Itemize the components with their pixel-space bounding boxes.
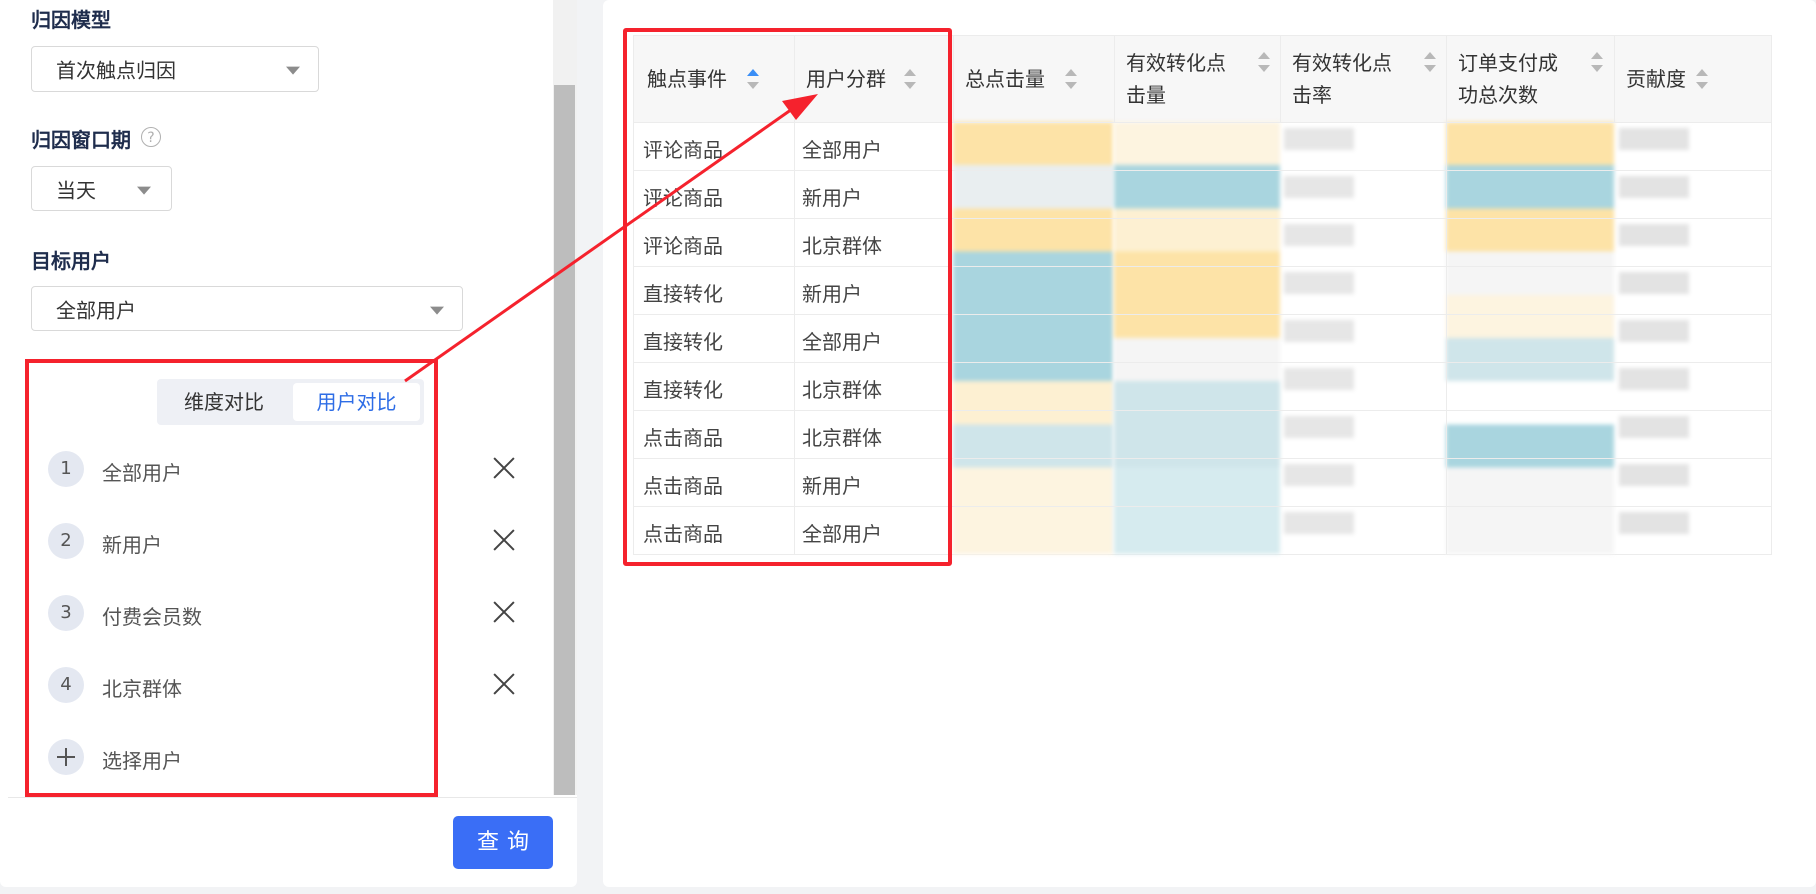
annotation-arrow <box>404 94 818 383</box>
